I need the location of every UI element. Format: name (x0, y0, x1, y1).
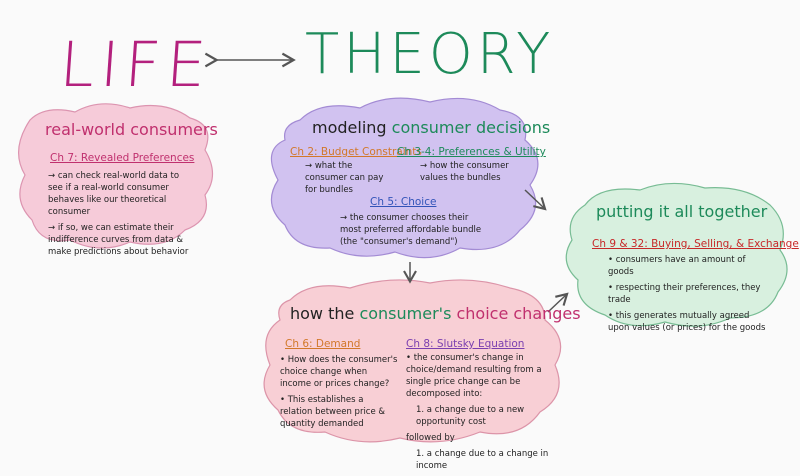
changes-title-b: consumer's (359, 304, 457, 323)
ch34-title: Ch 3-4: Preferences & Utility (397, 146, 546, 158)
together-bullet-2: • respecting their preferences, they tra… (608, 283, 761, 305)
ch9-32-title: Ch 9 & 32: Buying, Selling, & Exchange (592, 238, 799, 250)
ch2-text: → what the consumer can pay for bundles (305, 161, 384, 195)
ch6-title: Ch 6: Demand (285, 338, 361, 350)
ch8-followed-by: followed by (406, 433, 455, 443)
ch7-title: Ch 7: Revealed Preferences (50, 152, 195, 164)
ch6-text: • How does the consumer's choice change … (280, 354, 398, 434)
ch6-bullet-1: • How does the consumer's choice change … (280, 355, 398, 389)
together-text: • consumers have an amount of goods • re… (608, 254, 773, 338)
ch5-title: Ch 5: Choice (370, 196, 437, 208)
ch8-item-1: 1. a change due to a new opportunity cos… (416, 405, 525, 427)
life-title: LIFE (57, 28, 215, 101)
changes-title-a: how the (290, 304, 360, 323)
real-world-bullet-2: → if so, we can estimate their indiffere… (48, 223, 189, 257)
modeling-title: modeling consumer decisions (312, 118, 550, 137)
real-world-text: → can check real-world data to see if a … (48, 170, 196, 262)
changes-title: how the consumer's choice changes (290, 304, 581, 323)
ch6-bullet-2: • This establishes a relation between pr… (280, 395, 386, 429)
real-world-bullet-1: → can check real-world data to see if a … (48, 171, 180, 217)
ch8-bullet-1: • the consumer's change in choice/demand… (406, 353, 542, 399)
together-bullet-3: • this generates mutually agreed upon va… (608, 311, 766, 333)
ch5-text: → the consumer chooses their most prefer… (340, 213, 482, 247)
together-bullet-1: • consumers have an amount of goods (608, 255, 746, 277)
modeling-title-a: modeling (312, 118, 392, 137)
modeling-title-b: consumer decisions (391, 118, 551, 137)
together-title: putting it all together (596, 202, 768, 221)
changes-title-c: choice changes (456, 304, 581, 323)
ch8-text: • the consumer's change in choice/demand… (406, 352, 556, 476)
ch34-text: → how the consumer values the bundles (420, 161, 509, 183)
ch8-title: Ch 8: Slutsky Equation (406, 338, 525, 350)
theory-title: THEORY (305, 22, 555, 87)
real-world-title: real-world consumers (45, 120, 218, 139)
